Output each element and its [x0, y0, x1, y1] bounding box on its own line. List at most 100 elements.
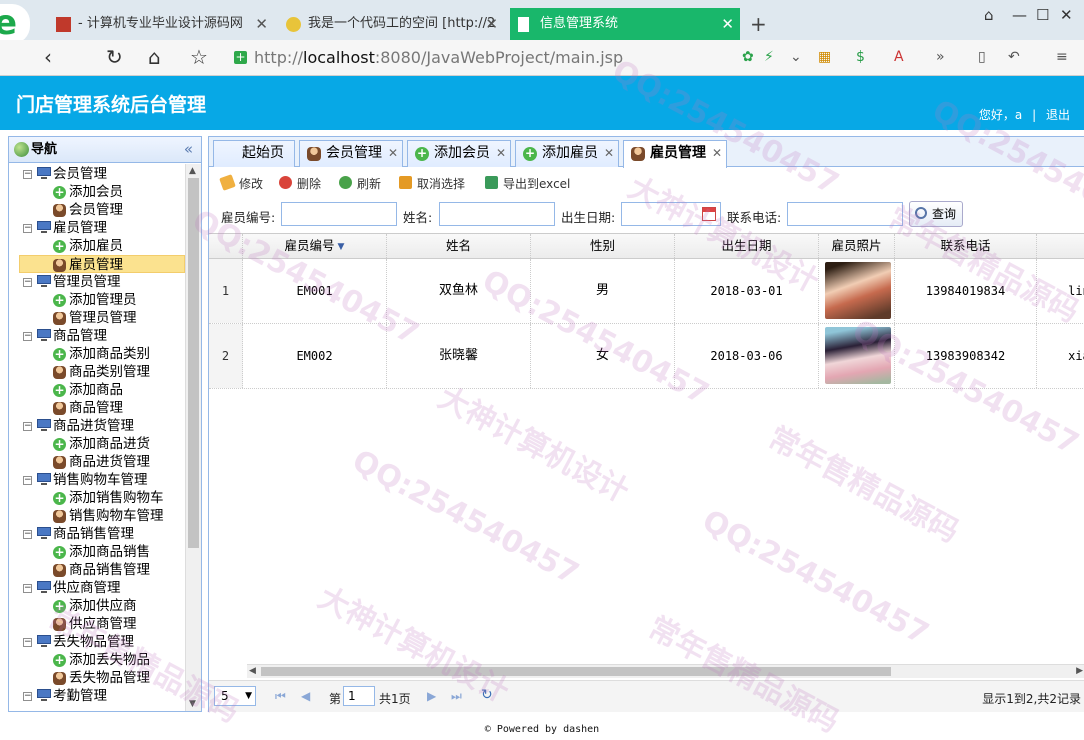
nav-item[interactable]: 商品类别管理 [9, 363, 185, 381]
nav-item[interactable]: 雇员管理 [19, 255, 185, 273]
menu-icon[interactable]: ≡ [1056, 49, 1068, 65]
nav-group[interactable]: − 会员管理 [9, 165, 185, 183]
tab-member-manage[interactable]: 会员管理 ✕ [299, 140, 403, 167]
nav-group[interactable]: − 丢失物品管理 [9, 633, 185, 651]
maximize-icon[interactable]: ☐ [1036, 6, 1049, 24]
tree-toggle-icon[interactable]: − [23, 224, 32, 233]
chevron-down-icon[interactable]: ⌄ [790, 49, 802, 65]
nav-item[interactable]: + 添加丢失物品 [9, 651, 185, 669]
nav-item[interactable]: 会员管理 [9, 201, 185, 219]
nav-item[interactable]: + 添加销售购物车 [9, 489, 185, 507]
nav-item[interactable]: 商品销售管理 [9, 561, 185, 579]
col-name[interactable]: 姓名 [387, 234, 531, 258]
speedup-icon[interactable]: ✿ [742, 49, 754, 65]
page-size-select[interactable]: 5 ▼ [214, 686, 256, 706]
home-icon[interactable]: ⌂ [148, 45, 161, 69]
close-window-icon[interactable]: ✕ [1060, 6, 1073, 24]
nav-group[interactable]: − 商品进货管理 [9, 417, 185, 435]
nav-group[interactable]: − 雇员管理 [9, 219, 185, 237]
col-birth[interactable]: 出生日期 [675, 234, 819, 258]
table-row[interactable]: 1 EM001 双鱼林 男 2018-03-01 13984019834 lin… [209, 259, 1084, 324]
scroll-left-icon[interactable]: ◀ [249, 666, 256, 676]
reload-page-icon[interactable]: ↻ [481, 687, 493, 703]
nav-scrollbar[interactable]: ▲ ▼ [185, 164, 201, 711]
last-page-icon[interactable]: ⏭ [451, 689, 462, 704]
close-tab-icon[interactable]: ✕ [604, 141, 614, 166]
emp-no-input[interactable] [281, 202, 397, 226]
nav-group[interactable]: − 供应商管理 [9, 579, 185, 597]
nav-item[interactable]: 商品管理 [9, 399, 185, 417]
nav-item[interactable]: 商品进货管理 [9, 453, 185, 471]
tree-toggle-icon[interactable]: − [23, 332, 32, 341]
collapse-icon[interactable]: « [184, 137, 193, 162]
tree-toggle-icon[interactable]: − [23, 422, 32, 431]
browser-tab-active[interactable]: 信息管理系统 ✕ [510, 8, 740, 40]
birth-date-input[interactable] [621, 202, 721, 226]
apps-icon[interactable]: ▦ [818, 49, 831, 65]
nav-item[interactable]: 销售购物车管理 [9, 507, 185, 525]
tree-toggle-icon[interactable]: − [23, 692, 32, 701]
export-excel-button[interactable]: 导出到excel [485, 175, 570, 192]
undo-icon[interactable]: ↶ [1008, 49, 1020, 65]
nav-item[interactable]: + 添加商品类别 [9, 345, 185, 363]
nav-group[interactable]: − 商品管理 [9, 327, 185, 345]
table-row[interactable]: 2 EM002 张晓馨 女 2018-03-06 13983908342 xia… [209, 324, 1084, 389]
nav-item[interactable]: + 添加商品 [9, 381, 185, 399]
prev-page-icon[interactable]: ◀ [301, 689, 310, 703]
nav-item[interactable]: 丢失物品管理 [9, 669, 185, 687]
scrollbar-thumb[interactable] [261, 667, 891, 676]
minimize-icon[interactable]: — [1012, 6, 1027, 24]
browser-tab-2[interactable]: 我是一个代码工的空间 [http://2 ✕ [278, 8, 504, 40]
first-page-icon[interactable]: ⏮ [275, 689, 286, 704]
close-tab-icon[interactable]: ✕ [496, 141, 506, 166]
tree-toggle-icon[interactable]: − [23, 278, 32, 287]
col-photo[interactable]: 雇员照片 [819, 234, 895, 258]
lightning-icon[interactable]: ⚡ [764, 49, 774, 65]
edit-button[interactable]: 修改 [219, 174, 263, 192]
grid-horizontal-scrollbar[interactable]: ◀ ▶ [247, 664, 1084, 678]
next-page-icon[interactable]: ▶ [427, 689, 436, 703]
col-phone[interactable]: 联系电话 [895, 234, 1037, 258]
close-tab-icon[interactable]: ✕ [485, 8, 498, 40]
url-input[interactable]: + http://localhost:8080/JavaWebProject/m… [228, 45, 748, 71]
reload-icon[interactable]: ↻ [106, 45, 123, 69]
scroll-down-icon[interactable]: ▼ [189, 699, 196, 709]
tree-toggle-icon[interactable]: − [23, 476, 32, 485]
page-number-input[interactable]: 1 [343, 686, 375, 706]
tab-add-member[interactable]: + 添加会员 ✕ [407, 140, 511, 167]
logout-link[interactable]: 退出 [1046, 108, 1070, 122]
calendar-icon[interactable] [702, 207, 716, 221]
nav-item[interactable]: + 添加商品进货 [9, 435, 185, 453]
more-extensions-icon[interactable]: » [936, 49, 945, 65]
col-emp-no[interactable]: 雇员编号 ▼ [243, 234, 387, 258]
nav-item[interactable]: + 添加管理员 [9, 291, 185, 309]
nav-item[interactable]: + 添加商品销售 [9, 543, 185, 561]
browser-tab-1[interactable]: - 计算机专业毕业设计源码网 ✕ [48, 8, 274, 40]
scroll-right-icon[interactable]: ▶ [1076, 666, 1083, 676]
nav-group[interactable]: − 商品销售管理 [9, 525, 185, 543]
nav-item[interactable]: 管理员管理 [9, 309, 185, 327]
nav-group[interactable]: − 管理员管理 [9, 273, 185, 291]
bookmark-star-icon[interactable]: ☆ [190, 45, 208, 69]
phone-input[interactable] [787, 202, 903, 226]
close-tab-icon[interactable]: ✕ [721, 8, 734, 40]
tree-toggle-icon[interactable]: − [23, 530, 32, 539]
new-tab-button[interactable]: + [750, 12, 767, 36]
back-icon[interactable]: ‹ [44, 45, 52, 69]
nav-group[interactable]: − 销售购物车管理 [9, 471, 185, 489]
col-sex[interactable]: 性别 [531, 234, 675, 258]
shirt-skin-icon[interactable]: ⌂ [984, 6, 994, 24]
cancel-select-button[interactable]: 取消选择 [399, 175, 465, 192]
tab-add-employee[interactable]: + 添加雇员 ✕ [515, 140, 619, 167]
name-input[interactable] [439, 202, 555, 226]
query-button[interactable]: 查询 [909, 201, 963, 227]
nav-item[interactable]: + 添加雇员 [9, 237, 185, 255]
refresh-button[interactable]: 刷新 [339, 175, 381, 192]
tree-toggle-icon[interactable]: − [23, 638, 32, 647]
mobile-icon[interactable]: ▯ [978, 49, 986, 65]
col-more[interactable] [1037, 234, 1084, 258]
translate-icon[interactable]: A [894, 49, 904, 65]
nav-item[interactable]: + 添加会员 [9, 183, 185, 201]
close-tab-icon[interactable]: ✕ [255, 8, 268, 40]
nav-group[interactable]: − 考勤管理 [9, 687, 185, 705]
